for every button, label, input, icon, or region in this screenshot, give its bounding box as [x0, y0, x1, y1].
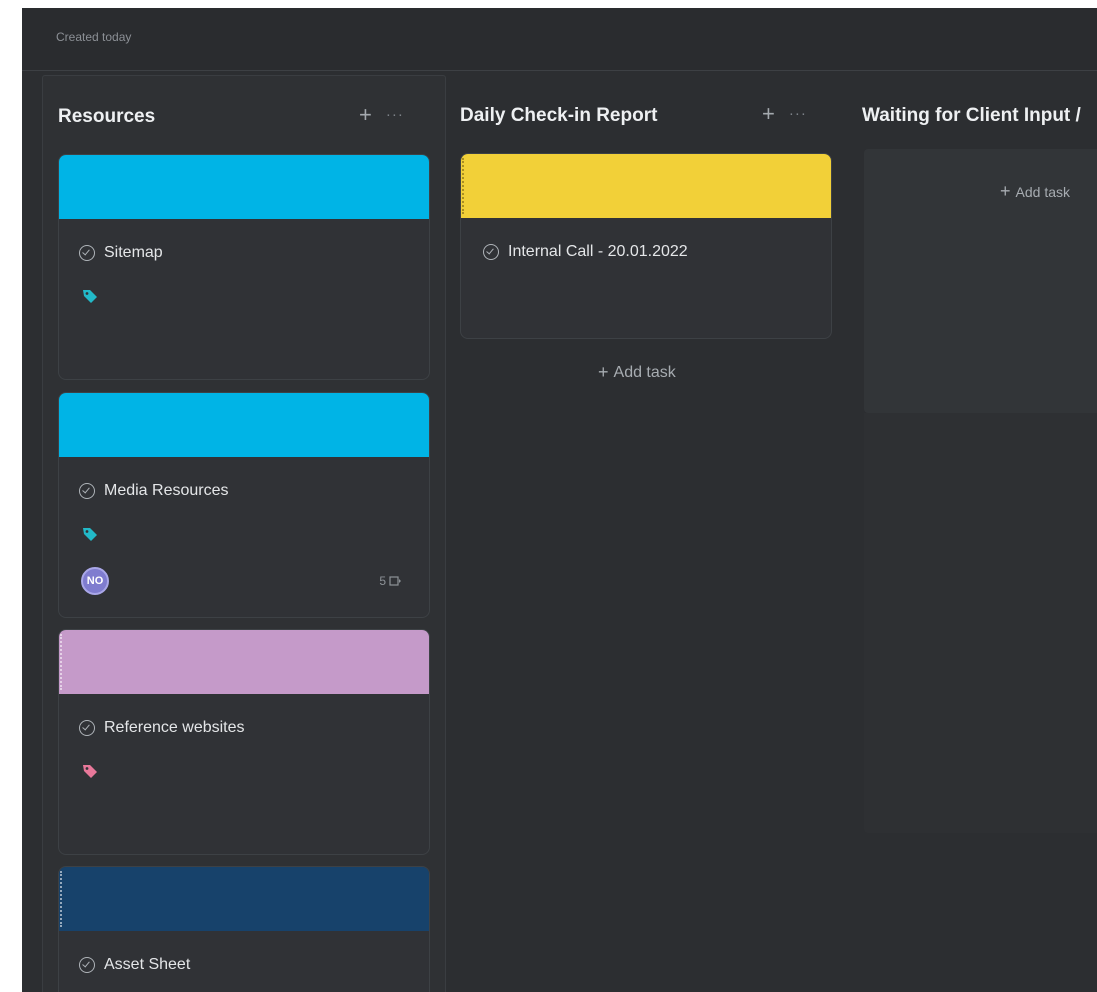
task-title-row[interactable]: Internal Call - 20.01.2022 — [483, 243, 688, 261]
board-header: Created today — [22, 8, 1097, 71]
board-window: Created today Resources + ··· Sitemap Me… — [22, 8, 1097, 992]
task-title: Internal Call - 20.01.2022 — [508, 243, 688, 260]
add-task-label: Add task — [613, 363, 676, 381]
card-cover — [461, 154, 831, 218]
add-task-label: Add task — [1015, 183, 1070, 200]
add-task-button[interactable]: + Add task — [1000, 181, 1070, 202]
board: Resources + ··· Sitemap Media Resources … — [22, 71, 1097, 992]
more-options-icon[interactable]: ··· — [789, 103, 807, 125]
check-circle-icon[interactable] — [79, 720, 95, 736]
check-circle-icon[interactable] — [79, 483, 95, 499]
column-actions: + ··· — [762, 103, 807, 125]
tag-icon — [83, 765, 97, 778]
plus-icon: + — [598, 362, 609, 382]
card-cover — [59, 630, 429, 694]
plus-icon: + — [1000, 181, 1011, 201]
column-waiting-for-client-input: Waiting for Client Input / + Add task — [852, 75, 1097, 992]
card-cover — [59, 393, 429, 457]
task-card[interactable]: Sitemap — [58, 154, 430, 380]
task-title: Media Resources — [104, 482, 229, 499]
add-task-button[interactable]: + Add task — [598, 362, 676, 383]
tag-icon — [83, 290, 97, 303]
subtask-count-value: 5 — [379, 574, 386, 588]
task-title-row[interactable]: Media Resources — [79, 482, 229, 500]
task-title-row[interactable]: Asset Sheet — [79, 956, 190, 974]
card-cover — [59, 867, 429, 931]
card-cover — [59, 155, 429, 219]
column-daily-check-in: Daily Check-in Report + ··· Internal Cal… — [454, 75, 834, 992]
stitch-decoration — [60, 634, 65, 690]
column-title[interactable]: Daily Check-in Report — [460, 105, 657, 127]
more-options-icon[interactable]: ··· — [386, 104, 404, 126]
stitch-decoration — [60, 871, 65, 927]
add-task-icon[interactable]: + — [359, 104, 372, 126]
column-actions: + ··· — [359, 104, 404, 126]
check-circle-icon[interactable] — [79, 245, 95, 261]
column-resources: Resources + ··· Sitemap Media Resources … — [42, 75, 446, 992]
created-label: Created today — [56, 30, 132, 44]
add-task-icon[interactable]: + — [762, 103, 775, 125]
stitch-decoration — [462, 158, 467, 214]
tag-icon — [83, 528, 97, 541]
subtask-icon — [389, 576, 401, 586]
subtask-count[interactable]: 5 — [379, 574, 401, 588]
task-title: Sitemap — [104, 244, 163, 261]
task-card[interactable]: Internal Call - 20.01.2022 — [460, 153, 832, 339]
task-card[interactable]: Media Resources NO 5 — [58, 392, 430, 618]
task-title: Asset Sheet — [104, 956, 191, 973]
column-title[interactable]: Resources — [58, 106, 155, 128]
avatar[interactable]: NO — [81, 567, 109, 595]
task-card[interactable]: Reference websites — [58, 629, 430, 855]
check-circle-icon[interactable] — [79, 957, 95, 973]
column-body-lower — [864, 413, 1097, 833]
column-title[interactable]: Waiting for Client Input / — [862, 105, 1081, 127]
task-title: Reference websites — [104, 719, 245, 736]
task-title-row[interactable]: Reference websites — [79, 719, 245, 737]
check-circle-icon[interactable] — [483, 244, 499, 260]
task-card[interactable]: Asset Sheet — [58, 866, 430, 992]
task-title-row[interactable]: Sitemap — [79, 244, 163, 262]
